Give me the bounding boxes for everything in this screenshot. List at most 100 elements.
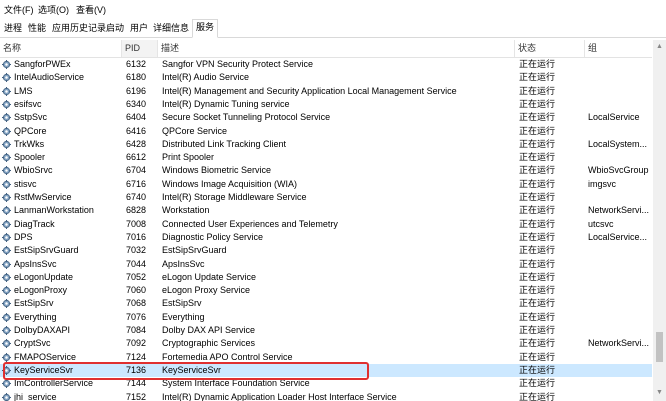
- service-pid: 6132: [126, 59, 147, 69]
- scroll-up-icon[interactable]: ▲: [653, 40, 666, 53]
- table-row[interactable]: DPS 7016 Diagnostic Policy Service 正在运行 Loca…: [0, 231, 652, 244]
- service-pid: 6704: [126, 165, 147, 176]
- column-name[interactable]: 名称: [0, 40, 122, 57]
- service-gear-icon: [2, 259, 11, 269]
- table-row[interactable]: IntelAudioService 6180 Intel(R) Audio Serv…: [0, 71, 652, 84]
- service-group: [588, 391, 652, 401]
- table-row[interactable]: eLogonUpdate 7052 eLogon Update Service 正在运…: [0, 271, 652, 284]
- table-row[interactable]: DolbyDAXAPI 7084 Dolby DAX API Service 正在运行: [0, 324, 652, 337]
- service-description: Print Spooler: [162, 152, 215, 163]
- table-row[interactable]: LMS 6196 Intel(R) Management and Security …: [0, 85, 652, 98]
- tab-processes[interactable]: 进程: [2, 21, 24, 34]
- service-group: [588, 311, 652, 324]
- table-row[interactable]: ApsInsSvc 7044 ApsInsSvc 正在运行: [0, 258, 652, 271]
- table-row[interactable]: stisvc 6716 Windows Image Acquisition (WIA…: [0, 178, 652, 191]
- table-row[interactable]: EstSipSrv 7068 EstSipSrv 正在运行: [0, 297, 652, 310]
- service-status: 正在运行: [519, 298, 556, 309]
- service-group: [588, 364, 652, 377]
- service-pid: 7084: [126, 325, 147, 335]
- service-pid: 6416: [126, 125, 147, 136]
- vertical-scrollbar[interactable]: ▲ ▼: [653, 40, 666, 401]
- column-description[interactable]: 描述: [158, 40, 515, 57]
- service-gear-icon: [2, 246, 11, 256]
- service-pid: 6428: [126, 138, 147, 149]
- service-pid: 6828: [126, 205, 147, 216]
- service-name: LMS: [14, 85, 33, 96]
- service-status: 正在运行: [519, 351, 556, 362]
- table-row[interactable]: RstMwService 6740 Intel(R) Storage Middlew…: [0, 191, 652, 204]
- scroll-down-icon[interactable]: ▼: [653, 386, 666, 399]
- menu-options[interactable]: 选项(O): [38, 3, 69, 16]
- service-description: Diagnostic Policy Service: [162, 231, 264, 242]
- service-name: IntelAudioService: [14, 72, 85, 83]
- service-pid: 6196: [126, 85, 147, 96]
- table-row[interactable]: TrkWks 6428 Distributed Link Tracking Clie…: [0, 138, 652, 151]
- service-status: 正在运行: [519, 218, 556, 229]
- tab-app-history[interactable]: 应用历史记录: [50, 21, 108, 34]
- service-name: EstSipSrv: [14, 298, 54, 309]
- scroll-thumb[interactable]: [656, 332, 663, 362]
- service-description: Everything: [162, 311, 205, 322]
- service-group: NetworkServi...: [588, 338, 650, 349]
- service-name: jhi_service: [14, 391, 57, 401]
- service-name: TrkWks: [14, 138, 45, 149]
- service-gear-icon: [2, 379, 11, 389]
- service-status: 正在运行: [519, 138, 556, 149]
- tab-users[interactable]: 用户: [128, 21, 150, 34]
- service-gear-icon: [2, 166, 11, 176]
- table-row[interactable]: Spooler 6612 Print Spooler 正在运行: [0, 151, 652, 164]
- service-pid: 7032: [126, 245, 147, 256]
- service-status: 正在运行: [519, 245, 556, 256]
- tab-details[interactable]: 详细信息: [151, 21, 191, 34]
- table-row[interactable]: DiagTrack 7008 Connected User Experiences …: [0, 218, 652, 231]
- table-row[interactable]: esifsvc 6340 Intel(R) Dynamic Tuning servi…: [0, 98, 652, 111]
- table-row[interactable]: Everything 7076 Everything 正在运行: [0, 311, 652, 324]
- service-gear-icon: [2, 126, 11, 136]
- service-gear-icon: [2, 179, 11, 189]
- service-status: 正在运行: [519, 364, 556, 375]
- service-name: eLogonProxy: [14, 285, 68, 296]
- table-row[interactable]: QPCore 6416 QPCore Service 正在运行: [0, 125, 652, 138]
- tab-startup[interactable]: 启动: [104, 21, 126, 34]
- menu-view[interactable]: 查看(V): [76, 3, 106, 16]
- menu-file[interactable]: 文件(F): [4, 3, 34, 16]
- table-row[interactable]: SangforPWEx 6132 Sangfor VPN Security Prot…: [0, 58, 652, 71]
- service-pid: 7016: [126, 231, 147, 242]
- service-description: Secure Socket Tunneling Protocol Service: [162, 112, 331, 123]
- column-pid[interactable]: PID: [122, 40, 158, 57]
- service-status: 正在运行: [519, 178, 556, 189]
- service-description: EstSipSrvGuard: [162, 245, 227, 256]
- column-group[interactable]: 组: [585, 40, 652, 57]
- service-group: [588, 324, 652, 337]
- service-group: [588, 151, 652, 164]
- service-description: QPCore Service: [162, 125, 228, 136]
- service-pid: 7152: [126, 391, 147, 401]
- tab-services[interactable]: 服务: [192, 19, 219, 38]
- tab-performance[interactable]: 性能: [26, 21, 48, 34]
- service-status: 正在运行: [519, 165, 556, 176]
- service-pid: 7060: [126, 285, 147, 296]
- service-pid: 6740: [126, 192, 147, 202]
- service-description: eLogon Proxy Service: [162, 285, 251, 296]
- service-group: [588, 125, 652, 138]
- service-group: [588, 284, 652, 297]
- table-row[interactable]: EstSipSrvGuard 7032 EstSipSrvGuard 正在运行: [0, 244, 652, 257]
- service-name: DPS: [14, 231, 33, 242]
- table-row[interactable]: WbioSrvc 6704 Windows Biometric Service 正在运…: [0, 164, 652, 177]
- service-name: CryptSvc: [14, 338, 51, 349]
- table-row[interactable]: CryptSvc 7092 Cryptographic Services 正在运行 Ne…: [0, 337, 652, 350]
- column-status[interactable]: 状态: [515, 40, 585, 57]
- table-row[interactable]: SstpSvc 6404 Secure Socket Tunneling Proto…: [0, 111, 652, 124]
- menu-bar: 文件(F) 选项(O) 查看(V): [0, 0, 666, 17]
- table-row[interactable]: jhi_service 7152 Intel(R) Dynamic Applicat…: [0, 391, 652, 401]
- service-gear-icon: [2, 219, 11, 229]
- service-description: ApsInsSvc: [162, 258, 205, 269]
- service-gear-icon: [2, 193, 11, 202]
- service-description: Intel(R) Audio Service: [162, 72, 250, 83]
- service-gear-icon: [2, 232, 11, 242]
- service-status: 正在运行: [519, 98, 556, 109]
- service-pid: 6180: [126, 72, 147, 83]
- table-row[interactable]: eLogonProxy 7060 eLogon Proxy Service 正在运行: [0, 284, 652, 297]
- table-row[interactable]: LanmanWorkstation 6828 Workstation 正在运行 Netw…: [0, 204, 652, 217]
- service-pid: 6404: [126, 112, 147, 123]
